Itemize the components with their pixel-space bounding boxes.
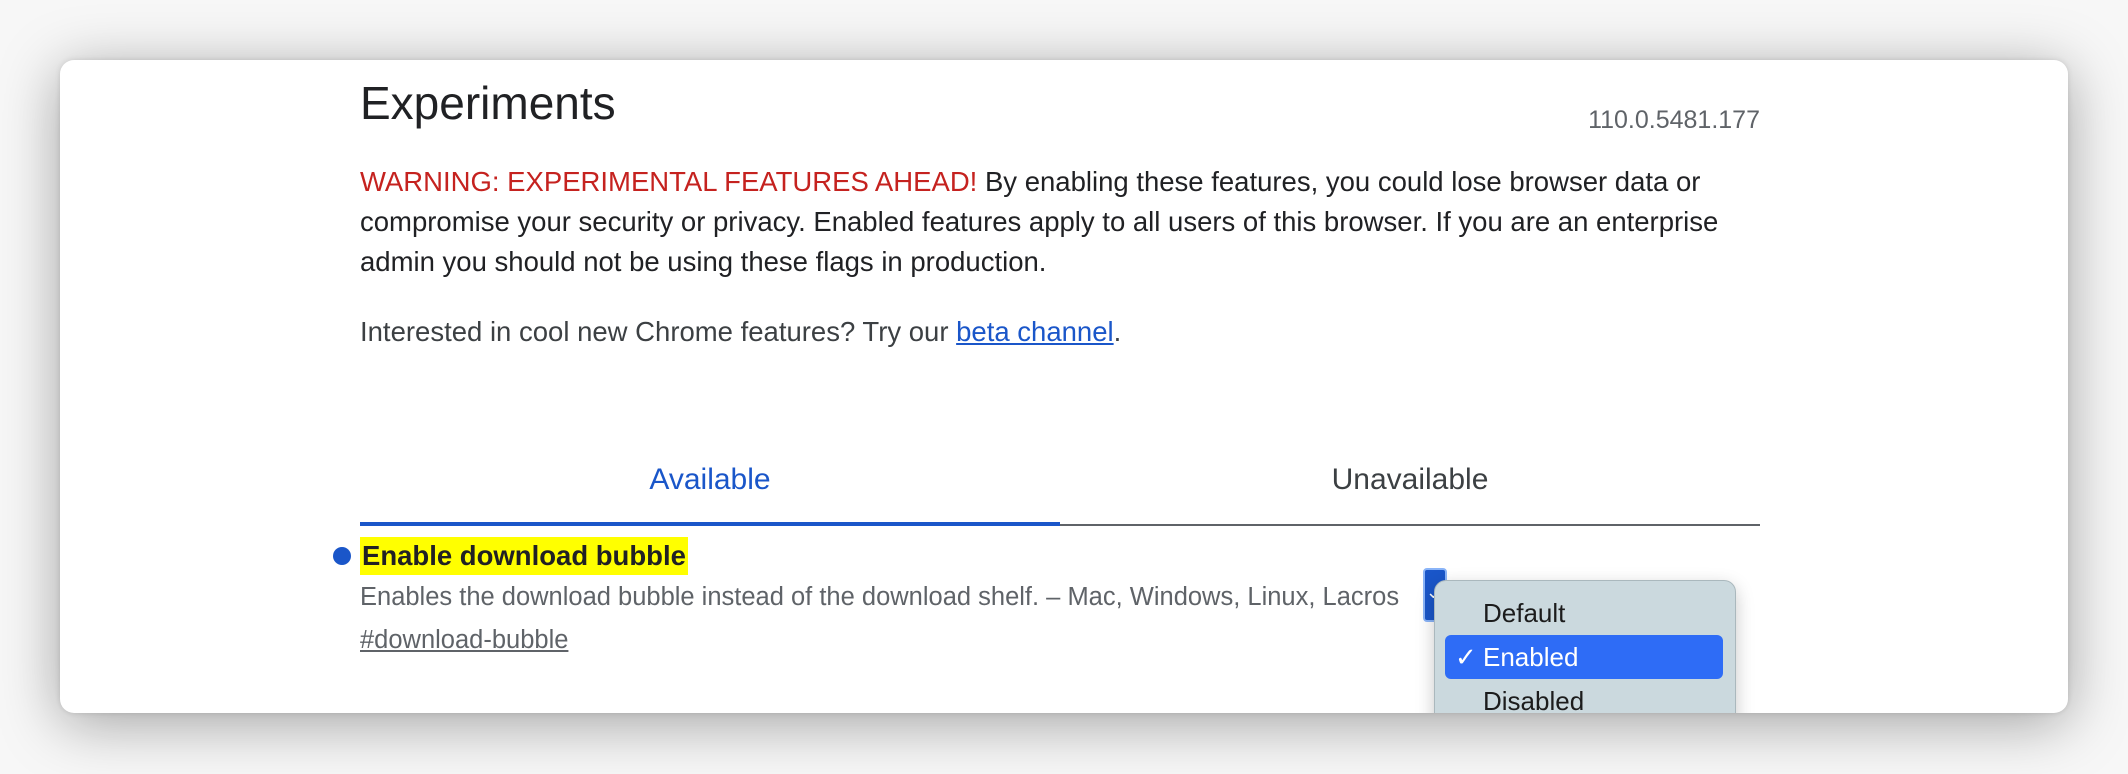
tab-unavailable[interactable]: Unavailable	[1060, 450, 1760, 526]
flag-modified-indicator	[333, 547, 351, 565]
checkmark-icon: ✓	[1455, 642, 1477, 672]
beta-promo: Interested in cool new Chrome features? …	[360, 312, 1121, 352]
flag-permalink[interactable]: #download-bubble	[360, 622, 568, 658]
warning-label: WARNING: EXPERIMENTAL FEATURES AHEAD!	[360, 166, 978, 197]
beta-promo-end: .	[1113, 316, 1122, 347]
page-title: Experiments	[360, 77, 616, 129]
beta-promo-text: Interested in cool new Chrome features? …	[360, 316, 957, 347]
warning-message: WARNING: EXPERIMENTAL FEATURES AHEAD! By…	[360, 162, 1760, 282]
option-enabled[interactable]: ✓ Enabled	[1445, 635, 1723, 679]
option-default[interactable]: Default	[1445, 591, 1723, 635]
option-disabled[interactable]: Disabled	[1445, 679, 1723, 713]
tab-available[interactable]: Available	[360, 450, 1060, 526]
version-label: 110.0.5481.177	[1588, 106, 1760, 134]
tab-bar: Available Unavailable	[360, 450, 1760, 526]
beta-channel-link[interactable]: beta channel	[956, 316, 1114, 347]
flag-description: Enables the download bubble instead of t…	[360, 583, 1400, 611]
flag-state-dropdown: Default ✓ Enabled Disabled	[1434, 580, 1736, 713]
flags-page-window: Experiments 110.0.5481.177 WARNING: EXPE…	[60, 60, 2068, 713]
flag-name: Enable download bubble	[360, 537, 688, 575]
